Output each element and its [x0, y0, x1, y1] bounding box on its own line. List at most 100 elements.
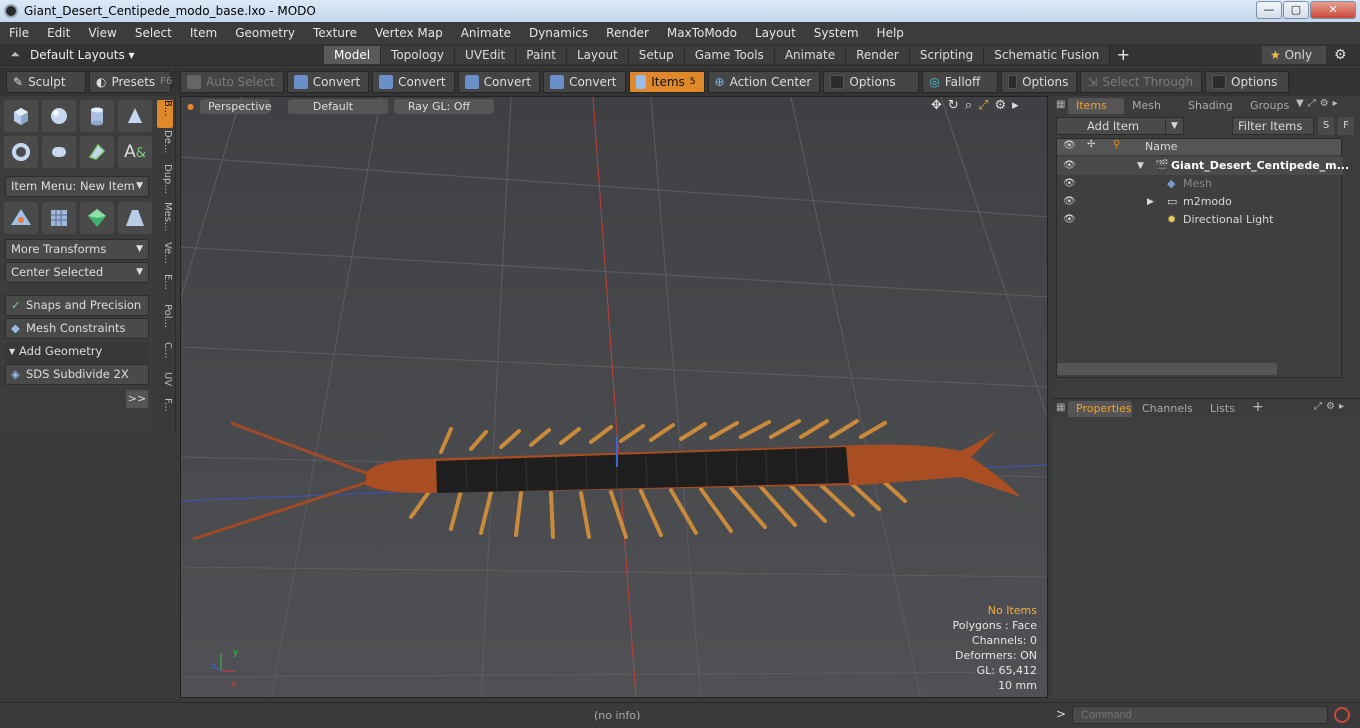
menu-item[interactable]: Item [181, 26, 226, 40]
viewport-nav-controls[interactable]: ✥↻⌕⤢⚙▸ [931, 98, 1025, 113]
raygl-dropdown[interactable]: Ray GL: Off [393, 98, 494, 114]
vtab-curve[interactable]: C... [157, 342, 173, 368]
mesh-constraints-button[interactable]: ◆ Mesh Constraints [5, 318, 149, 339]
cone-tool[interactable] [118, 100, 152, 132]
grid-tool[interactable] [42, 202, 76, 234]
select-options-button[interactable]: Options [1205, 71, 1290, 93]
panel-expand-icon[interactable]: ▸ [1339, 401, 1348, 412]
tab-animate[interactable]: Animate [774, 45, 847, 64]
action-center-button[interactable]: ⊕ Action Center [707, 71, 821, 93]
tab-scripting[interactable]: Scripting [909, 45, 985, 64]
only-toggle[interactable]: ★ Only [1262, 45, 1326, 64]
add-layout-button[interactable]: + [1110, 45, 1136, 64]
tab-items[interactable]: Items [1068, 98, 1124, 114]
menu-maxtomodo[interactable]: MaxToModo [658, 26, 746, 40]
shading-dropdown[interactable]: Default [287, 98, 388, 114]
vtab-uv[interactable]: UV [157, 372, 173, 396]
item-row-scene[interactable]: 👁 ▼ 🎬 Giant_Desert_Centipede_m... [1057, 157, 1349, 175]
panel-menu-icon[interactable]: ▼ [1296, 98, 1308, 109]
filter-s-button[interactable]: S [1318, 117, 1334, 135]
vtab-basic[interactable]: B... [157, 100, 173, 128]
panel-maximize-icon[interactable]: ⤢ [1308, 98, 1320, 109]
cube-tool[interactable] [4, 100, 38, 132]
presets-button[interactable]: ◐ Presets F6 [89, 71, 172, 93]
snaps-precision-button[interactable]: ✓ Snaps and Precision [5, 295, 149, 316]
command-input[interactable] [1072, 706, 1328, 724]
zoom-view-icon[interactable]: ⌕ [965, 98, 978, 113]
add-panel-tab-button[interactable]: + [1252, 399, 1264, 415]
sphere-tool[interactable] [42, 100, 76, 132]
tab-channels[interactable]: Channels [1134, 401, 1198, 417]
tab-game-tools[interactable]: Game Tools [684, 45, 775, 64]
fit-view-icon[interactable]: ⤢ [978, 98, 994, 113]
menu-view[interactable]: View [79, 26, 125, 40]
rotate-view-icon[interactable]: ↻ [948, 98, 965, 113]
vtab-vertex[interactable]: Ve... [157, 242, 173, 270]
menu-geometry[interactable]: Geometry [226, 26, 304, 40]
viewport-settings-icon[interactable]: ⚙ [995, 98, 1013, 113]
tab-uvedit[interactable]: UVEdit [455, 45, 517, 64]
menu-animate[interactable]: Animate [452, 26, 520, 40]
panel-expand-icon[interactable]: ▸ [1333, 98, 1342, 109]
tab-properties[interactable]: Properties [1068, 401, 1132, 417]
move-view-icon[interactable]: ✥ [931, 98, 948, 113]
menu-texture[interactable]: Texture [304, 26, 366, 40]
eye-icon[interactable]: 👁 [1063, 175, 1076, 193]
menu-select[interactable]: Select [126, 26, 181, 40]
menu-file[interactable]: File [0, 26, 38, 40]
menu-system[interactable]: System [805, 26, 868, 40]
panel-settings-icon[interactable]: ⚙ [1320, 98, 1333, 109]
tab-groups[interactable]: Groups [1242, 98, 1298, 114]
item-list-hscrollbar[interactable] [1057, 363, 1277, 375]
viewport-menu-dot-icon[interactable]: ● [187, 102, 194, 111]
layout-pin-icon[interactable]: ⏶ [0, 47, 30, 62]
record-macro-icon[interactable] [1334, 707, 1350, 723]
torus-tool[interactable] [4, 136, 38, 168]
vtab-duplicate[interactable]: Dup... [157, 164, 173, 198]
item-row-m2modo[interactable]: 👁 ▶ ▭ m2modo [1057, 193, 1343, 211]
vtab-edge[interactable]: E... [157, 274, 173, 300]
locator-tool[interactable] [4, 202, 38, 234]
capsule-tool[interactable] [42, 136, 76, 168]
visibility-column-icon[interactable]: 👁 [1063, 140, 1076, 151]
filter-f-button[interactable]: F [1338, 117, 1354, 135]
default-layouts-dropdown[interactable]: Default Layouts ▾ [30, 48, 324, 62]
more-transforms-dropdown[interactable]: More Transforms ▼ [5, 239, 149, 260]
eye-icon[interactable]: 👁 [1063, 193, 1076, 211]
menu-dynamics[interactable]: Dynamics [520, 26, 597, 40]
tab-schematic-fusion[interactable]: Schematic Fusion [984, 45, 1111, 64]
convert-button-3[interactable]: Convert [457, 71, 541, 93]
menu-edit[interactable]: Edit [38, 26, 79, 40]
action-center-options-button[interactable]: Options [823, 71, 920, 93]
panel-grip-icon[interactable]: ▦ [1056, 402, 1065, 413]
falloff-button[interactable]: ◎ Falloff [922, 71, 999, 93]
panel-grip-icon[interactable]: ▦ [1056, 99, 1065, 110]
select-through-button[interactable]: ⇲ Select Through [1080, 71, 1203, 93]
filter-items-input[interactable]: Filter Items [1232, 117, 1314, 135]
minimize-button[interactable]: — [1256, 1, 1282, 19]
maximize-button[interactable]: ▢ [1283, 1, 1309, 19]
vtab-fusion[interactable]: F... [157, 398, 173, 424]
more-tools-button[interactable]: >> [126, 390, 148, 408]
material-tool[interactable] [80, 202, 114, 234]
menu-help[interactable]: Help [868, 26, 913, 40]
convert-button-2[interactable]: Convert [372, 71, 455, 93]
eye-icon[interactable]: 👁 [1063, 157, 1076, 175]
vtab-mesh-edit[interactable]: Mes... [157, 202, 173, 238]
convert-button-1[interactable]: Convert [286, 71, 370, 93]
name-column-header[interactable]: Name [1145, 140, 1177, 153]
sds-subdivide-button[interactable]: ◈ SDS Subdivide 2X [5, 364, 149, 385]
pen-tool[interactable] [80, 136, 114, 168]
viewport-expand-icon[interactable]: ▸ [1012, 98, 1025, 113]
tab-render[interactable]: Render [846, 45, 910, 64]
menu-render[interactable]: Render [597, 26, 658, 40]
convert-button-4[interactable]: Convert [543, 71, 626, 93]
tab-mesh[interactable]: Mesh ... [1124, 98, 1180, 128]
center-selected-dropdown[interactable]: Center Selected ▼ [5, 262, 149, 283]
close-button[interactable]: ✕ [1310, 1, 1356, 19]
falloff-options-button[interactable]: Options [1001, 71, 1078, 93]
item-row-directional-light[interactable]: 👁 ✹ Directional Light [1057, 211, 1343, 229]
3d-viewport[interactable]: y x z ● Perspective Default Ray GL: Off … [180, 96, 1048, 698]
tab-setup[interactable]: Setup [628, 45, 685, 64]
add-item-dropdown[interactable]: Add Item ▼ [1056, 117, 1184, 135]
